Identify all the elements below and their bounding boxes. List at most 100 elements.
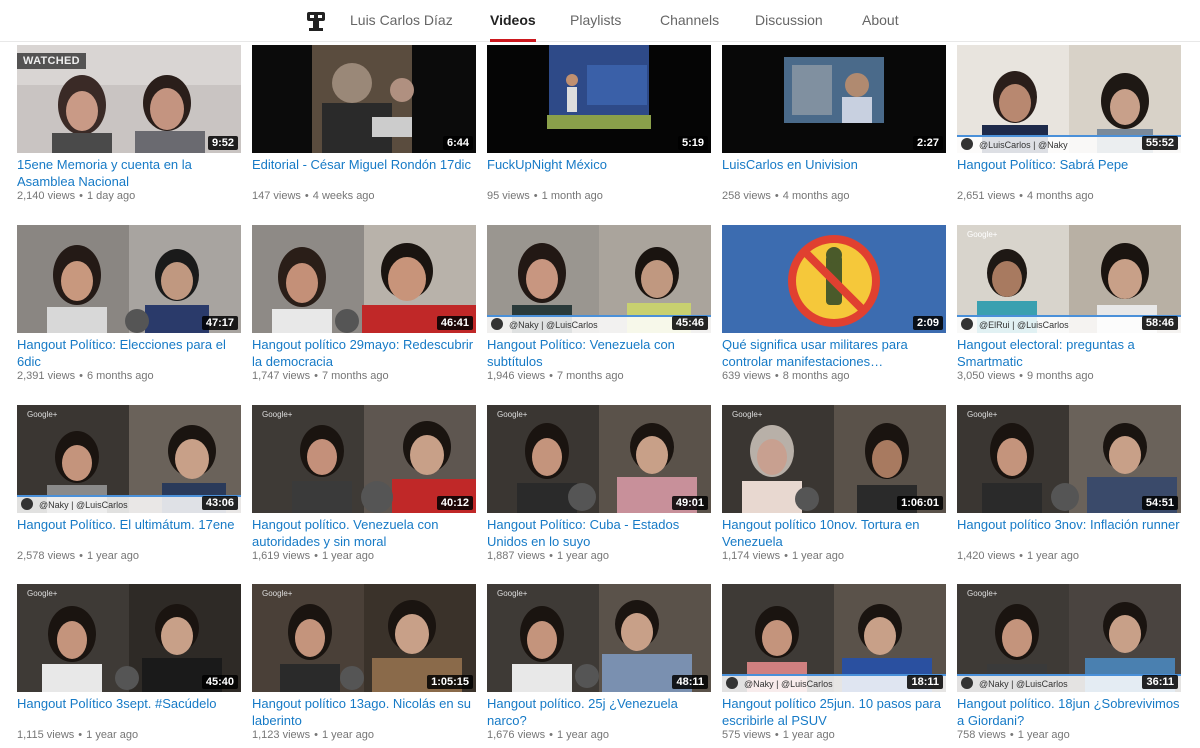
upload-age: 9 months ago — [1026, 370, 1094, 382]
video-thumbnail[interactable]: Google+ 48:11 — [487, 584, 711, 692]
video-thumbnail[interactable]: @LuisCarlos | @Naky 55:52 — [957, 45, 1181, 153]
video-title[interactable]: Hangout político 10nov. Tortura en Venez… — [722, 516, 946, 550]
video-thumbnail[interactable]: Google+ 1:05:15 — [252, 584, 476, 692]
video-card: @Naky | @LuisCarlos 18:11 Hangout políti… — [722, 584, 946, 748]
video-duration: 48:11 — [672, 675, 708, 689]
upload-age: 1 month ago — [541, 190, 603, 202]
video-title[interactable]: Qué significa usar militares para contro… — [722, 336, 946, 370]
video-card: WATCHED 9:52 15ene Memoria y cuenta en l… — [17, 45, 241, 215]
video-card: Google+ 48:11 Hangout político. 25j ¿Ven… — [487, 584, 711, 748]
view-count: 1,676 views — [487, 729, 546, 741]
video-title[interactable]: Hangout político 3nov: Inflación runner — [957, 516, 1181, 533]
video-thumbnail[interactable]: Google+ 1:06:01 — [722, 405, 946, 513]
google-plus-watermark: Google+ — [497, 589, 528, 598]
upload-age: 4 months ago — [782, 190, 850, 202]
video-card: Google+ 1:05:15 Hangout político 13ago. … — [252, 584, 476, 748]
upload-age: 1 year ago — [782, 729, 835, 741]
video-duration: 47:17 — [201, 316, 238, 330]
video-title[interactable]: Hangout político. 18jun ¿Sobrevivimos a … — [957, 695, 1181, 729]
video-meta: 2,578 views • 1 year ago — [17, 550, 139, 562]
google-plus-watermark: Google+ — [262, 410, 293, 419]
google-plus-watermark: Google+ — [497, 410, 528, 419]
video-thumbnail[interactable]: Google+ 49:01 — [487, 405, 711, 513]
video-duration: 43:06 — [201, 496, 238, 510]
video-meta: 95 views • 1 month ago — [487, 190, 603, 202]
view-count: 147 views — [252, 190, 301, 202]
video-title[interactable]: LuisCarlos en Univision — [722, 156, 946, 173]
video-title[interactable]: Hangout Político. El ultimátum. 17ene — [17, 516, 241, 533]
video-thumbnail[interactable]: Google+ 40:12 — [252, 405, 476, 513]
video-thumbnail[interactable]: Google+ @Naky | @LuisCarlos 36:11 — [957, 584, 1181, 692]
video-card: Google+ 1:06:01 Hangout político 10nov. … — [722, 405, 946, 575]
upload-age: 8 months ago — [782, 370, 850, 382]
video-duration: 1:05:15 — [427, 675, 473, 689]
video-meta: 2,651 views • 4 months ago — [957, 190, 1094, 202]
view-count: 1,123 views — [252, 729, 311, 741]
google-plus-watermark: Google+ — [967, 230, 998, 239]
video-thumbnail[interactable]: WATCHED 9:52 — [17, 45, 241, 153]
upload-age: 4 weeks ago — [312, 190, 375, 202]
video-title[interactable]: Hangout político 13ago. Nicolás en su la… — [252, 695, 476, 729]
google-plus-watermark: Google+ — [27, 410, 58, 419]
video-thumbnail[interactable]: 2:09 — [722, 225, 946, 333]
video-meta: 3,050 views • 9 months ago — [957, 370, 1094, 382]
view-count: 1,747 views — [252, 370, 311, 382]
video-duration: 55:52 — [1141, 136, 1178, 150]
video-thumbnail[interactable]: Google+ @ElRui | @LuisCarlos 58:46 — [957, 225, 1181, 333]
video-thumbnail[interactable]: 2:27 — [722, 45, 946, 153]
video-duration: 9:52 — [207, 136, 238, 150]
video-title[interactable]: Hangout político 29mayo: Redescubrir la … — [252, 336, 476, 370]
video-meta: 258 views • 4 months ago — [722, 190, 850, 202]
video-thumbnail[interactable]: 6:44 — [252, 45, 476, 153]
video-title[interactable]: Hangout político. Venezuela con autorida… — [252, 516, 476, 550]
upload-age: 1 year ago — [321, 550, 374, 562]
video-duration: 45:40 — [201, 675, 238, 689]
video-thumbnail[interactable]: @Naky | @LuisCarlos 45:46 — [487, 225, 711, 333]
video-duration: 36:11 — [1142, 675, 1178, 689]
video-card: Google+ @Naky | @LuisCarlos 43:06 Hangou… — [17, 405, 241, 575]
video-thumbnail[interactable]: @Naky | @LuisCarlos 18:11 — [722, 584, 946, 692]
video-meta: 1,946 views • 7 months ago — [487, 370, 624, 382]
video-title[interactable]: Hangout Político: Elecciones para el 6di… — [17, 336, 241, 370]
video-title[interactable]: 15ene Memoria y cuenta en la Asamblea Na… — [17, 156, 241, 190]
video-duration: 6:44 — [442, 136, 473, 150]
upload-age: 7 months ago — [556, 370, 624, 382]
video-card: Google+ 49:01 Hangout Político: Cuba - E… — [487, 405, 711, 575]
video-title[interactable]: Hangout Político: Sabrá Pepe — [957, 156, 1181, 173]
video-title[interactable]: Hangout político 25jun. 10 pasos para es… — [722, 695, 946, 729]
view-count: 2,391 views — [17, 370, 76, 382]
video-title[interactable]: Hangout Político 3sept. #Sacúdelo — [17, 695, 241, 712]
upload-age: 1 year ago — [791, 550, 844, 562]
video-title[interactable]: FuckUpNight México — [487, 156, 711, 173]
view-count: 575 views — [722, 729, 771, 741]
view-count: 1,420 views — [957, 550, 1016, 562]
video-thumbnail[interactable]: 5:19 — [487, 45, 711, 153]
video-thumbnail[interactable]: Google+ 45:40 — [17, 584, 241, 692]
upload-age: 1 year ago — [86, 729, 139, 741]
upload-age: 1 year ago — [556, 729, 609, 741]
video-meta: 2,391 views • 6 months ago — [17, 370, 154, 382]
video-meta: 1,887 views • 1 year ago — [487, 550, 609, 562]
video-title[interactable]: Hangout electoral: preguntas a Smartmati… — [957, 336, 1181, 370]
video-title[interactable]: Hangout político. 25j ¿Venezuela narco? — [487, 695, 711, 729]
video-meta: 2,140 views • 1 day ago — [17, 190, 136, 202]
video-duration: 46:41 — [436, 316, 473, 330]
video-title[interactable]: Editorial - César Miguel Rondón 17dic — [252, 156, 476, 173]
view-count: 1,619 views — [252, 550, 311, 562]
video-thumbnail[interactable]: Google+ 54:51 — [957, 405, 1181, 513]
view-count: 2,651 views — [957, 190, 1016, 202]
video-card: @Naky | @LuisCarlos 45:46 Hangout Políti… — [487, 225, 711, 395]
video-meta: 1,619 views • 1 year ago — [252, 550, 374, 562]
video-duration: 49:01 — [671, 496, 708, 510]
overlay-text: @LuisCarlos | @Naky — [979, 140, 1068, 150]
video-title[interactable]: Hangout Político: Cuba - Estados Unidos … — [487, 516, 711, 550]
upload-age: 1 year ago — [86, 550, 139, 562]
video-thumbnail[interactable]: 47:17 — [17, 225, 241, 333]
video-thumbnail[interactable]: 46:41 — [252, 225, 476, 333]
view-count: 95 views — [487, 190, 530, 202]
video-meta: 147 views • 4 weeks ago — [252, 190, 375, 202]
video-duration: 54:51 — [1141, 496, 1178, 510]
video-thumbnail[interactable]: Google+ @Naky | @LuisCarlos 43:06 — [17, 405, 241, 513]
video-duration: 18:11 — [907, 675, 943, 689]
video-title[interactable]: Hangout Político: Venezuela con subtítul… — [487, 336, 711, 370]
